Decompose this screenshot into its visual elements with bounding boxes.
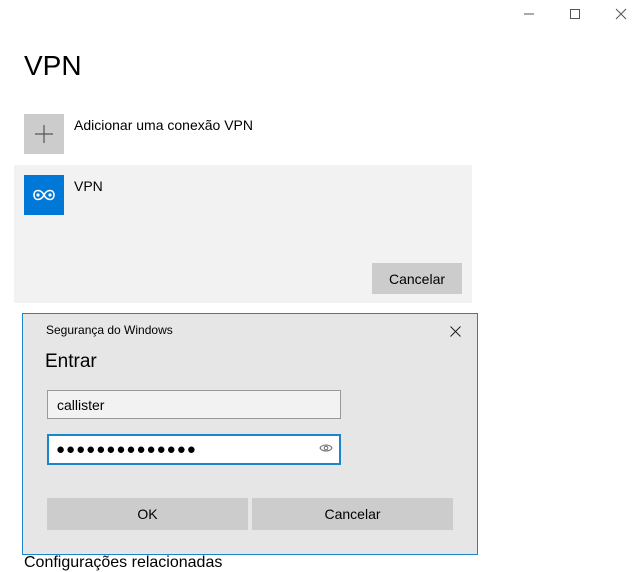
reveal-password-icon[interactable] (319, 443, 333, 453)
dialog-close-button[interactable] (441, 319, 469, 343)
dialog-heading: Entrar (45, 351, 97, 372)
maximize-button[interactable] (552, 0, 598, 28)
add-vpn-connection-button[interactable]: Adicionar uma conexão VPN (24, 114, 253, 154)
password-field[interactable]: ●●●●●●●●●●●●●● (47, 434, 341, 465)
close-icon (449, 325, 461, 337)
window-controls (506, 0, 644, 28)
ok-button[interactable]: OK (47, 498, 248, 530)
vpn-cancel-button[interactable]: Cancelar (372, 263, 462, 294)
related-settings-heading: Configurações relacionadas (24, 554, 223, 571)
minimize-button[interactable] (506, 0, 552, 28)
dialog-caption: Segurança do Windows (46, 323, 173, 337)
windows-security-dialog: Segurança do Windows Entrar callister ●●… (22, 313, 478, 555)
minimize-icon (524, 13, 534, 15)
password-value: ●●●●●●●●●●●●●● (56, 441, 197, 458)
close-button[interactable] (598, 0, 644, 28)
vpn-connection-name: VPN (74, 178, 103, 194)
username-field[interactable]: callister (47, 390, 341, 419)
close-icon (615, 8, 627, 20)
vpn-icon (24, 175, 64, 215)
maximize-icon (570, 9, 580, 19)
plus-icon (24, 114, 64, 154)
dialog-cancel-button[interactable]: Cancelar (252, 498, 453, 530)
page-title: VPN (24, 50, 82, 81)
username-value: callister (57, 396, 105, 413)
add-vpn-connection-label: Adicionar uma conexão VPN (74, 117, 253, 133)
vpn-connection-item[interactable]: VPN Cancelar (14, 165, 472, 303)
